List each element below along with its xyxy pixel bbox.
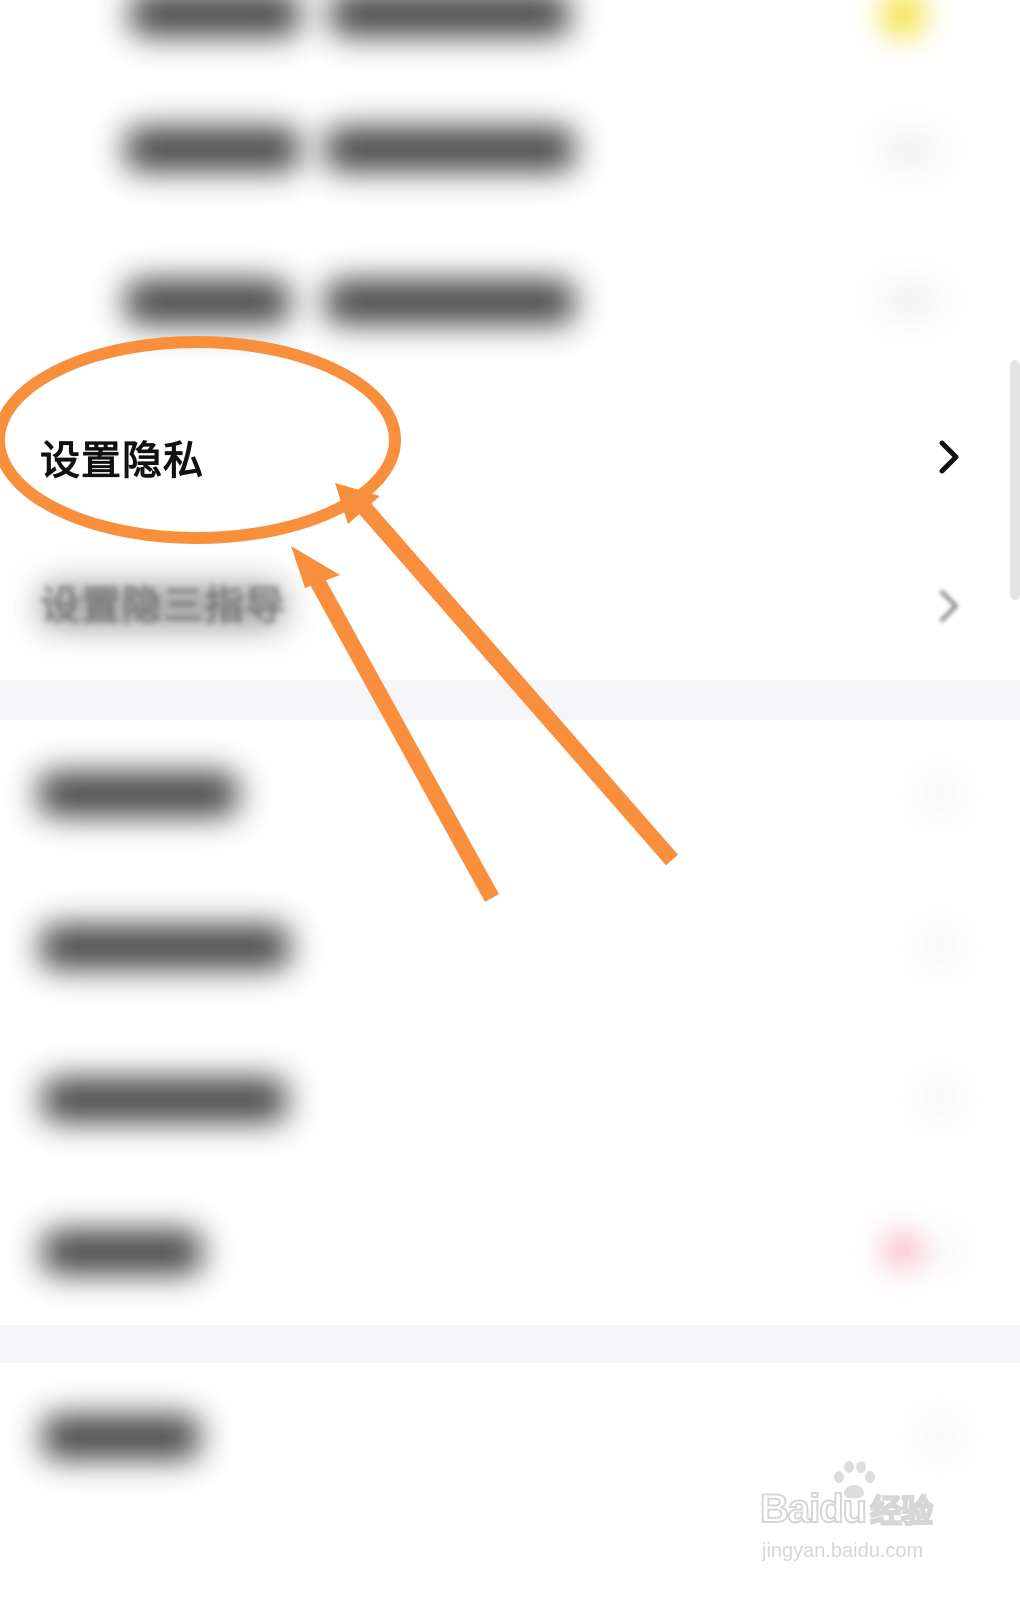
blurred-label — [42, 1078, 287, 1122]
scrollbar[interactable] — [1010, 360, 1020, 600]
settings-row-blurred-1[interactable] — [0, 0, 1010, 80]
blurred-label — [330, 0, 570, 36]
hidden-guide-label: 设置隐三指导 — [40, 583, 286, 629]
blurred-chevron — [925, 780, 955, 810]
chevron-right-icon — [939, 440, 959, 474]
blurred-value — [880, 285, 940, 315]
settings-row-blurred-5[interactable] — [0, 870, 1010, 1020]
blurred-label — [40, 925, 290, 969]
blurred-label — [125, 280, 290, 324]
blurred-label — [125, 127, 300, 171]
blurred-chevron — [925, 932, 955, 962]
blurred-chevron — [925, 1084, 955, 1114]
blurred-label — [325, 127, 575, 171]
blurred-label — [42, 1415, 200, 1459]
settings-row-blurred-2[interactable] — [0, 75, 1010, 225]
blurred-label — [325, 280, 575, 324]
blurred-chevron — [930, 1235, 954, 1265]
section-divider — [0, 1325, 1020, 1363]
privacy-settings-label: 设置隐私 — [40, 438, 204, 484]
watermark-url: jingyan.baidu.com — [762, 1540, 924, 1562]
settings-row-blurred-3[interactable] — [0, 225, 1010, 375]
blurred-label — [42, 1230, 202, 1274]
settings-page: 设置隐私 设置隐三指导 Baidu 经验 jingyan.baidu.com — [0, 0, 1020, 1600]
settings-row-blurred-7[interactable] — [0, 1175, 1010, 1325]
settings-row-blurred-4[interactable] — [0, 720, 1010, 870]
blurred-value — [880, 135, 940, 165]
notification-badge — [882, 1230, 922, 1270]
watermark: Baidu 经验 jingyan.baidu.com — [752, 1460, 952, 1570]
settings-row-privacy[interactable]: 设置隐私 — [0, 382, 1010, 532]
watermark-brand: Baidu 经验 — [759, 1486, 934, 1532]
blurred-chevron — [925, 1421, 955, 1451]
blurred-label — [130, 0, 300, 36]
toggle-indicator[interactable] — [880, 0, 926, 38]
settings-row-hidden-guide[interactable]: 设置隐三指导 — [0, 532, 1010, 680]
settings-row-blurred-6[interactable] — [0, 1022, 1010, 1172]
chevron-right-icon — [940, 590, 958, 622]
section-divider — [0, 680, 1020, 720]
blurred-label — [38, 772, 238, 816]
